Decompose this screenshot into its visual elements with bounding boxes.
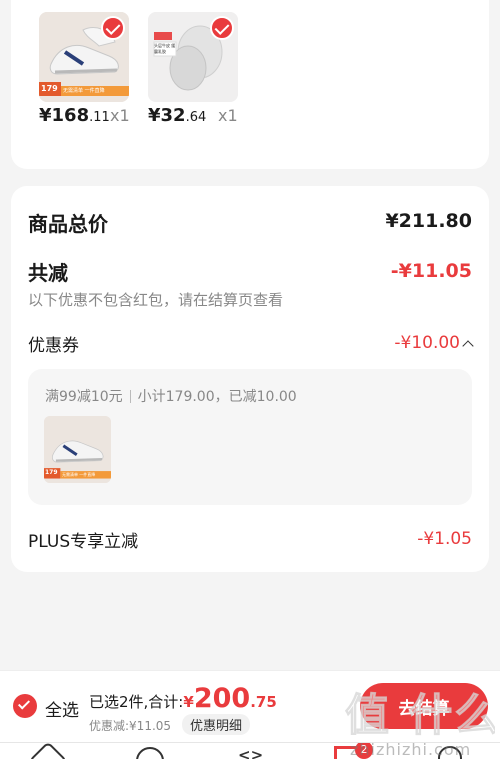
item-badge-price: 179 xyxy=(45,469,58,476)
bottom-tab-bar: <> 2 zhizhizhi.com xyxy=(0,742,500,759)
product-image-sneaker[interactable]: 179 无需清单 一件直降 xyxy=(39,12,129,102)
item-promo-text: 无需清单 一件直降 xyxy=(62,472,96,477)
item-price: ¥32.64 xyxy=(148,105,206,126)
item-checkbox-checked[interactable] xyxy=(101,16,125,40)
total-symbol: ¥ xyxy=(183,693,194,711)
coupon-label: 优惠券 xyxy=(28,336,79,356)
item-qty: x1 xyxy=(110,106,130,125)
total-value: ¥211.80 xyxy=(385,210,472,232)
item-badge-price: 179 xyxy=(41,84,58,93)
reduce-label: 共减 xyxy=(28,261,68,285)
coupon-toggle[interactable]: -¥10.00 xyxy=(394,333,474,353)
select-all-checkbox[interactable] xyxy=(13,694,37,718)
coupon-info: 小计179.00，已减10.00 xyxy=(137,389,297,405)
plus-value: -¥1.05 xyxy=(417,529,472,549)
select-all-label[interactable]: 全选 xyxy=(45,696,79,721)
tab-messages-icon[interactable]: <> xyxy=(238,746,263,759)
coupon-value: -¥10.00 xyxy=(394,333,460,353)
total-label: 商品总价 xyxy=(28,212,108,236)
tab-home-icon[interactable] xyxy=(28,743,68,759)
total-line: 已选2件,合计: ¥ 200 .75 xyxy=(89,685,277,712)
product-image-insole[interactable]: 头层牛皮 缓震乳胶 xyxy=(148,12,238,102)
price-summary-card: 商品总价 ¥211.80 共减 -¥11.05 以下优惠不包含红包，请在结算页查… xyxy=(11,186,489,572)
coupon-detail-line: 满99减10元 小计179.00，已减10.00 xyxy=(45,386,297,406)
chevron-up-icon xyxy=(462,339,474,352)
check-icon xyxy=(17,697,31,710)
item-qty: x1 xyxy=(218,106,238,125)
item-price-int: ¥32 xyxy=(148,105,186,126)
total-dec: .75 xyxy=(250,693,277,711)
total-int: 200 xyxy=(193,683,251,714)
selected-count-text: 已选2件,合计: xyxy=(89,693,184,711)
item-price-dec: .11 xyxy=(89,110,110,125)
watermark-url: zhizhizhi.com xyxy=(350,742,472,759)
discount-text: 优惠减:¥11.05 xyxy=(89,719,172,733)
item-promo-text: 无需清单 一件直降 xyxy=(63,88,105,94)
tab-discover-icon[interactable] xyxy=(136,747,164,759)
divider xyxy=(129,389,131,403)
cart-items-card: 179 无需清单 一件直降 头层牛皮 缓震乳胶 ¥168.11 x1 ¥32.6… xyxy=(11,0,489,169)
coupon-rule: 满99减10元 xyxy=(45,389,123,405)
reduce-value: -¥11.05 xyxy=(390,260,472,282)
item-price-int: ¥168 xyxy=(39,105,90,126)
checkout-bar: 全选 已选2件,合计: ¥ 200 .75 优惠减:¥11.05 优惠明细 去结… xyxy=(0,670,500,742)
reduce-note: 以下优惠不包含红包，请在结算页查看 xyxy=(28,291,284,309)
coupon-product-thumb[interactable]: 179 无需清单 一件直降 xyxy=(44,416,111,483)
plus-label: PLUS专享立减 xyxy=(28,532,139,552)
item-price-dec: .64 xyxy=(185,110,207,125)
watermark-logo: 值 什么值得买 xyxy=(345,690,495,742)
discount-detail-button[interactable]: 优惠明细 xyxy=(182,714,251,735)
item-price: ¥168.11 xyxy=(39,105,110,126)
item-promo-text: 头层牛皮 缓震乳胶 xyxy=(154,43,176,54)
coupon-detail-box: 满99减10元 小计179.00，已减10.00 179 无需清单 一件直降 xyxy=(28,369,472,505)
item-checkbox-checked[interactable] xyxy=(210,16,234,40)
